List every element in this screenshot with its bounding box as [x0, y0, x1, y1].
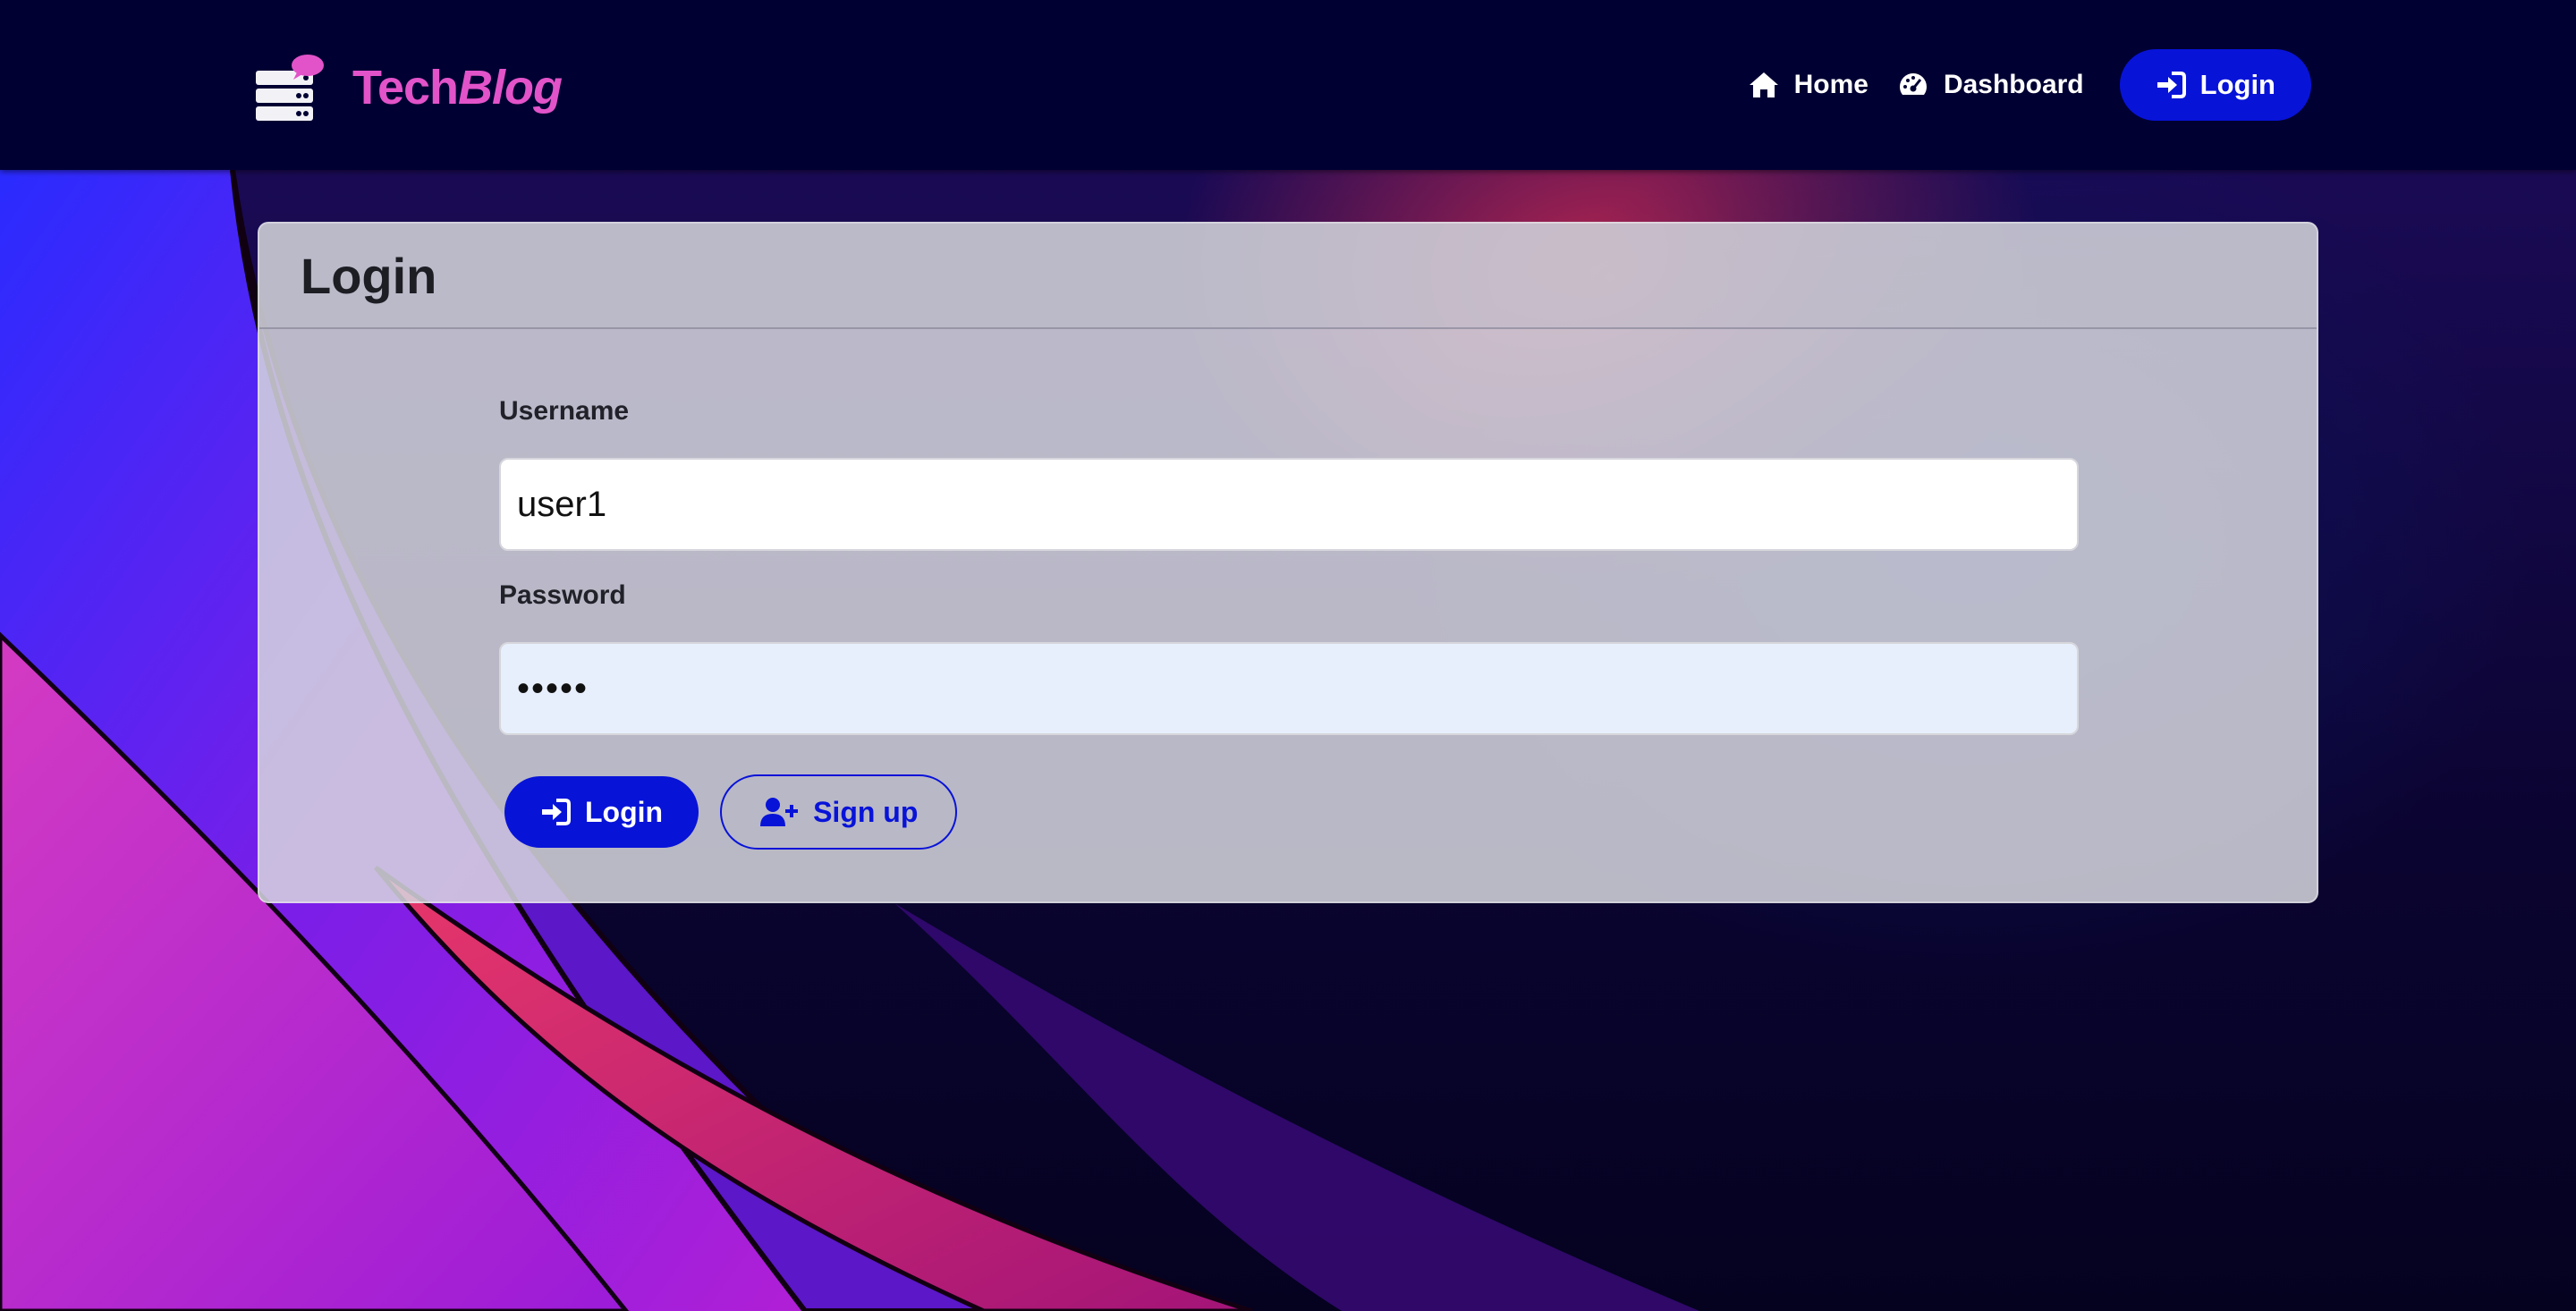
brand-name: TechBlog [352, 61, 563, 114]
username-label: Username [499, 396, 630, 426]
home-icon [1748, 71, 1780, 99]
login-form: Username Password Login [499, 393, 2079, 850]
nav-home-link[interactable]: Home [1748, 70, 1868, 100]
password-label: Password [499, 580, 626, 610]
login-button-label: Login [585, 795, 664, 828]
login-button[interactable]: Login [504, 776, 699, 848]
page-title: Login [301, 247, 437, 304]
nav-dashboard-label: Dashboard [1943, 70, 2084, 99]
password-input[interactable] [499, 642, 2079, 735]
nav-login-button[interactable]: Login [2119, 49, 2311, 121]
signup-button[interactable]: Sign up [720, 774, 958, 850]
navbar: TechBlog Home Dashboard Login [0, 0, 2576, 170]
nav-dashboard-link[interactable]: Dashboard [1897, 70, 2084, 100]
form-actions: Login Sign up [499, 774, 2079, 850]
brand-link[interactable]: TechBlog [254, 52, 563, 123]
sign-in-icon [540, 799, 571, 825]
nav-links: Home Dashboard Login [1748, 48, 2311, 122]
login-card: Login Username Password Login [258, 222, 2318, 903]
server-chat-icon [254, 55, 326, 121]
signup-button-label: Sign up [813, 795, 919, 828]
sign-in-icon [2156, 72, 2186, 98]
username-input[interactable] [499, 458, 2079, 551]
user-plus-icon [759, 797, 799, 827]
nav-login-label: Login [2199, 69, 2275, 100]
gauge-icon [1897, 71, 1929, 99]
nav-home-label: Home [1793, 70, 1868, 99]
card-header: Login [259, 224, 2317, 329]
